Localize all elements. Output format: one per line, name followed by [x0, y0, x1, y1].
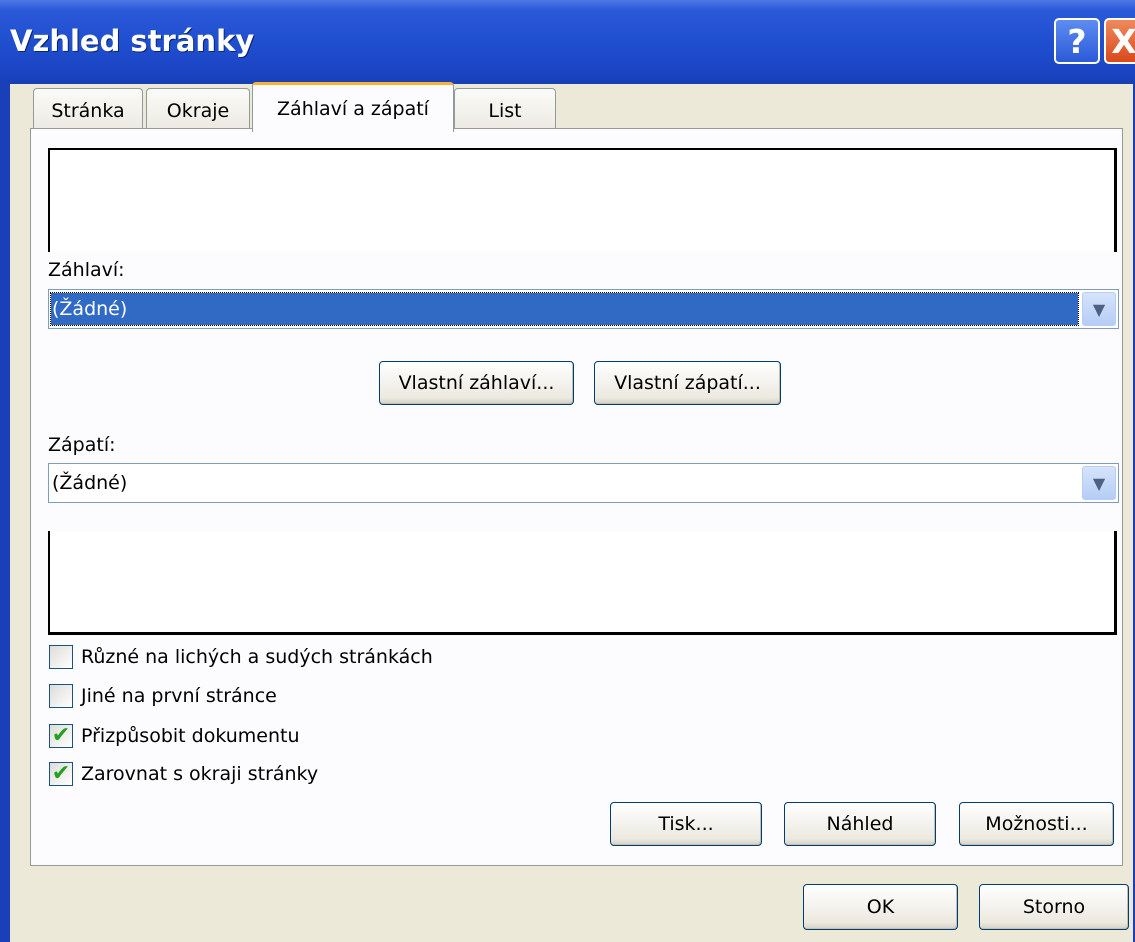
ok-button-label: OK: [866, 896, 895, 918]
tab-page[interactable]: Stránka: [33, 88, 143, 132]
custom-header-button-label: Vlastní záhlaví...: [398, 372, 555, 394]
custom-header-button[interactable]: Vlastní záhlaví...: [379, 361, 574, 405]
tab-margins[interactable]: Okraje: [146, 88, 250, 132]
checkbox-scale-with-document[interactable]: ✔ Přizpůsobit dokumentu: [49, 721, 300, 751]
options-button[interactable]: Možnosti...: [959, 802, 1114, 846]
preview-button[interactable]: Náhled: [784, 802, 936, 846]
tab-label: List: [488, 99, 522, 122]
custom-footer-button-label: Vlastní zápatí...: [614, 372, 761, 394]
tab-label: Záhlaví a zápatí: [277, 97, 429, 120]
checkbox[interactable]: [49, 684, 73, 708]
window-title: Vzhled stránky: [10, 24, 255, 58]
header-label: Záhlaví:: [48, 259, 125, 281]
chevron-down-icon[interactable]: ▼: [1082, 466, 1116, 500]
checkbox-first-page[interactable]: Jiné na první stránce: [49, 681, 277, 711]
checkbox-odd-even[interactable]: Různé na lichých a sudých stránkách: [49, 642, 433, 672]
tab-panel: Záhlaví: (Žádné) ▼ Vlastní záhlaví... Vl…: [30, 128, 1123, 866]
check-icon[interactable]: ✔: [49, 724, 73, 748]
checkbox-label: Zarovnat s okraji stránky: [81, 763, 319, 785]
close-icon: X: [1111, 21, 1135, 61]
custom-footer-button[interactable]: Vlastní zápatí...: [594, 361, 781, 405]
cancel-button-label: Storno: [1022, 896, 1086, 918]
footer-label: Zápatí:: [48, 434, 116, 456]
help-button[interactable]: ?: [1054, 18, 1100, 64]
check-icon[interactable]: ✔: [49, 762, 73, 786]
print-button-label: Tisk...: [658, 813, 714, 835]
checkbox-label: Jiné na první stránce: [81, 685, 277, 707]
header-select[interactable]: (Žádné) ▼: [48, 289, 1119, 329]
window-frame-left: [0, 84, 10, 942]
tab-header-footer[interactable]: Záhlaví a zápatí: [252, 82, 454, 132]
footer-select[interactable]: (Žádné) ▼: [48, 463, 1119, 503]
preview-button-label: Náhled: [826, 813, 894, 835]
header-select-value: (Žádné): [50, 292, 1079, 326]
footer-select-value: (Žádné): [52, 472, 128, 494]
page-setup-dialog: Vzhled stránky ? X Stránka Okraje Záhlav…: [0, 0, 1135, 942]
checkbox-align-margins[interactable]: ✔ Zarovnat s okraji stránky: [49, 759, 318, 789]
print-button[interactable]: Tisk...: [610, 802, 762, 846]
checkbox[interactable]: [49, 645, 73, 669]
cancel-button[interactable]: Storno: [979, 884, 1129, 930]
tab-sheet[interactable]: List: [454, 88, 556, 132]
ok-button[interactable]: OK: [803, 884, 958, 930]
chevron-down-icon[interactable]: ▼: [1082, 292, 1116, 326]
help-icon: ?: [1067, 21, 1087, 61]
options-button-label: Možnosti...: [985, 813, 1088, 835]
close-button[interactable]: X: [1104, 18, 1135, 64]
tab-label: Okraje: [166, 99, 230, 122]
title-bar[interactable]: Vzhled stránky ? X: [0, 0, 1135, 84]
footer-preview: [48, 531, 1117, 635]
checkbox-label: Přizpůsobit dokumentu: [81, 725, 300, 747]
header-preview: [48, 148, 1117, 252]
tab-label: Stránka: [51, 99, 125, 122]
checkbox-label: Různé na lichých a sudých stránkách: [81, 646, 433, 668]
